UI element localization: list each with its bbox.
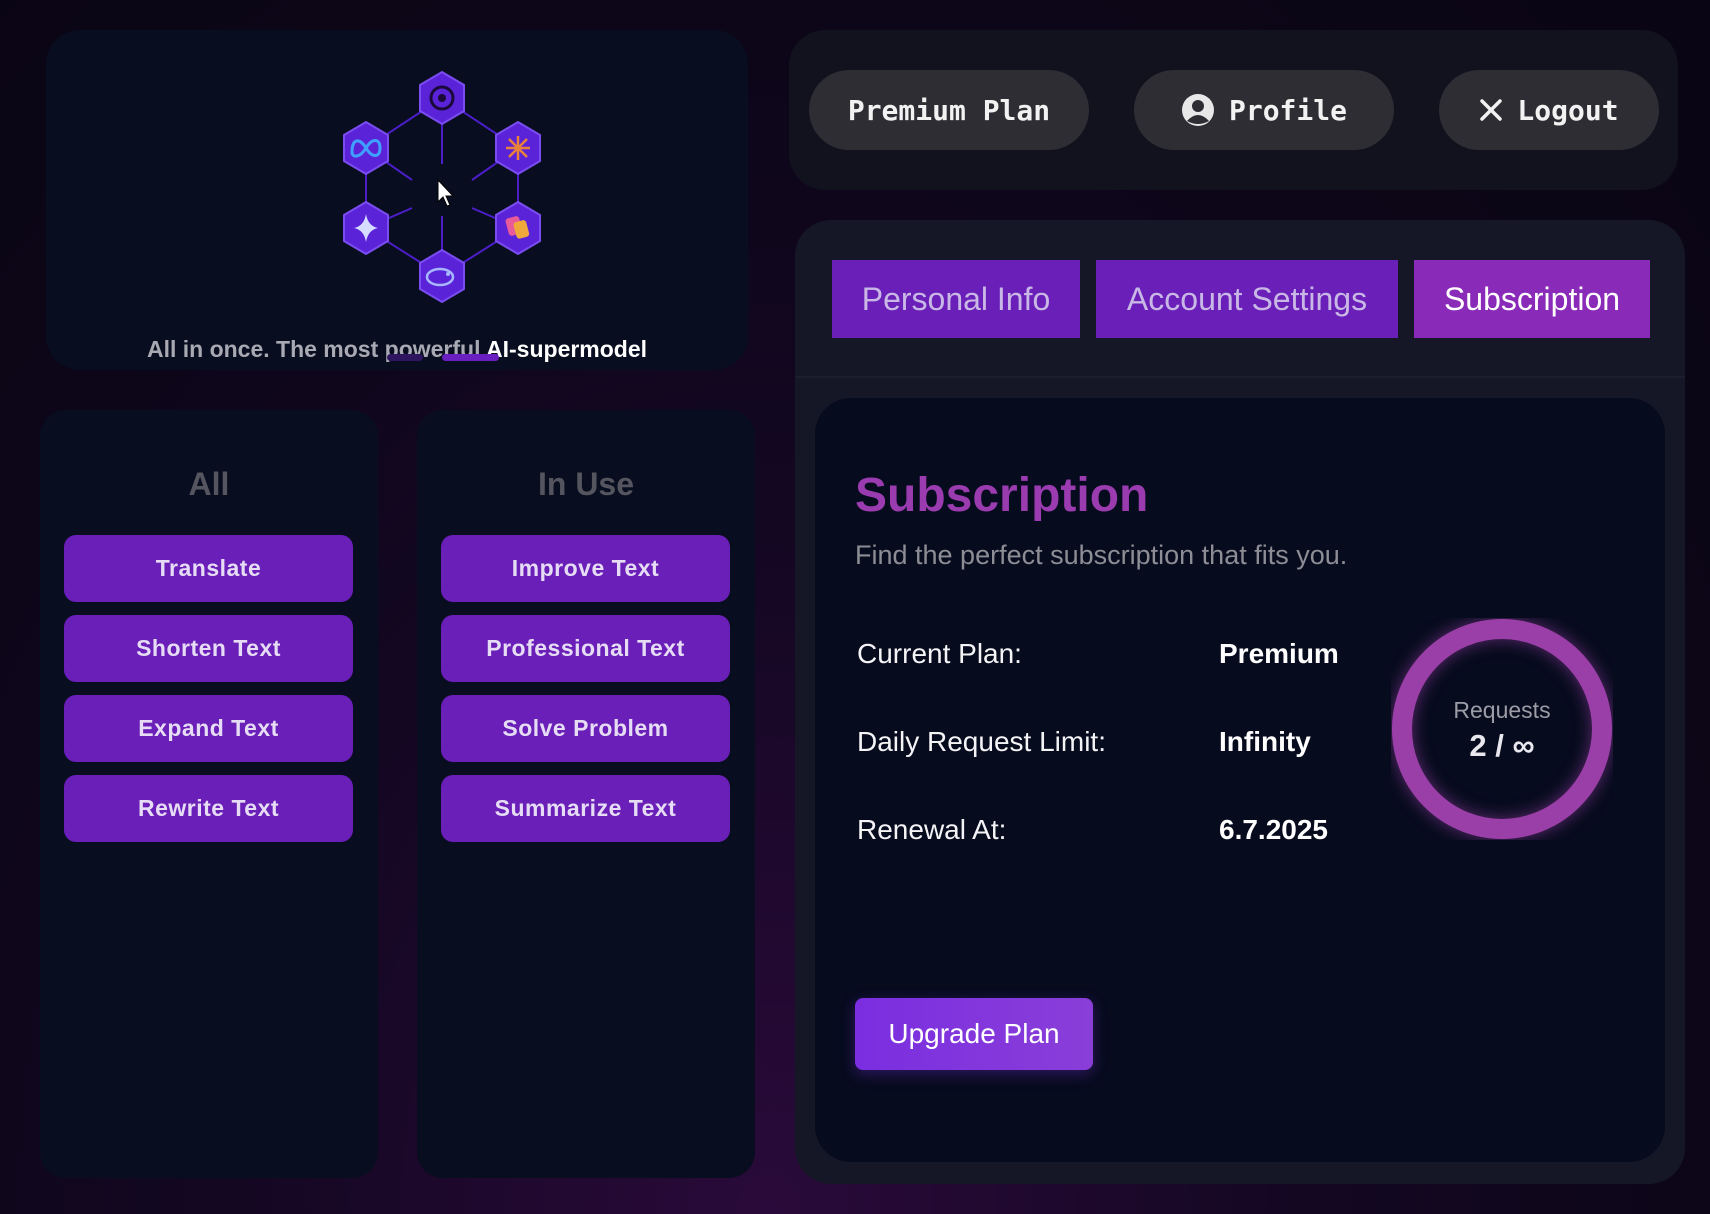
- all-features-column: All Translate Shorten Text Expand Text R…: [40, 410, 378, 1178]
- logout-label: Logout: [1517, 93, 1619, 127]
- renewal-label: Renewal At:: [857, 814, 1007, 845]
- hero-card: All in once. The most powerful AI-superm…: [46, 30, 748, 370]
- claude-icon: [495, 120, 541, 176]
- shorten-text-button[interactable]: Shorten Text: [64, 615, 353, 682]
- premium-plan-label: Premium Plan: [847, 93, 1051, 127]
- upgrade-plan-button[interactable]: Upgrade Plan: [855, 998, 1093, 1070]
- subscription-title: Subscription: [855, 469, 1149, 522]
- top-nav: Premium Plan Profile Logout: [789, 30, 1678, 190]
- in-use-features-column: In Use Improve Text Professional Text So…: [417, 410, 755, 1178]
- gemini-icon: [343, 200, 389, 256]
- expand-text-button[interactable]: Expand Text: [64, 695, 353, 762]
- premium-plan-button[interactable]: Premium Plan: [809, 70, 1089, 150]
- column-title-all: All: [188, 466, 230, 502]
- profile-label: Profile: [1228, 93, 1347, 127]
- deepseek-icon: [419, 248, 465, 304]
- tab-subscription[interactable]: Subscription: [1414, 260, 1650, 338]
- subscription-subtitle: Find the perfect subscription that fits …: [855, 540, 1348, 570]
- rewrite-text-button[interactable]: Rewrite Text: [64, 775, 353, 842]
- carousel-dot-1[interactable]: [387, 354, 423, 361]
- hero-caption-prefix: All in once. The most powerful: [146, 336, 487, 362]
- carousel-dot-2-active[interactable]: [442, 354, 499, 361]
- daily-limit-value: Infinity: [1219, 726, 1311, 757]
- solve-problem-button[interactable]: Solve Problem: [441, 695, 730, 762]
- current-plan-label: Current Plan:: [857, 638, 1022, 669]
- copilot-icon: [495, 200, 541, 256]
- cursor-icon: [437, 178, 455, 207]
- summarize-text-button[interactable]: Summarize Text: [441, 775, 730, 842]
- meta-icon: [343, 120, 389, 176]
- current-plan-value: Premium: [1219, 638, 1339, 669]
- renewal-value: 6.7.2025: [1219, 814, 1328, 845]
- column-title-in-use: In Use: [537, 466, 635, 502]
- tab-divider: [795, 376, 1685, 378]
- daily-limit-label: Daily Request Limit:: [857, 726, 1106, 757]
- requests-value: 2 / ∞: [1469, 728, 1535, 763]
- profile-button[interactable]: Profile: [1134, 70, 1394, 150]
- tab-account-settings[interactable]: Account Settings: [1096, 260, 1398, 338]
- improve-text-button[interactable]: Improve Text: [441, 535, 730, 602]
- logout-button[interactable]: Logout: [1439, 70, 1659, 150]
- settings-panel: Personal Info Account Settings Subscript…: [795, 220, 1685, 1184]
- hero-caption-highlight: AI-supermodel: [486, 336, 648, 362]
- subscription-card: Subscription Find the perfect subscripti…: [815, 398, 1665, 1162]
- professional-text-button[interactable]: Professional Text: [441, 615, 730, 682]
- ai-models-graph: [343, 70, 541, 304]
- openai-icon: [419, 70, 465, 126]
- tab-personal-info[interactable]: Personal Info: [832, 260, 1080, 338]
- translate-button[interactable]: Translate: [64, 535, 353, 602]
- close-icon: [1480, 99, 1503, 121]
- user-circle-icon: [1181, 94, 1214, 126]
- requests-label: Requests: [1453, 697, 1551, 723]
